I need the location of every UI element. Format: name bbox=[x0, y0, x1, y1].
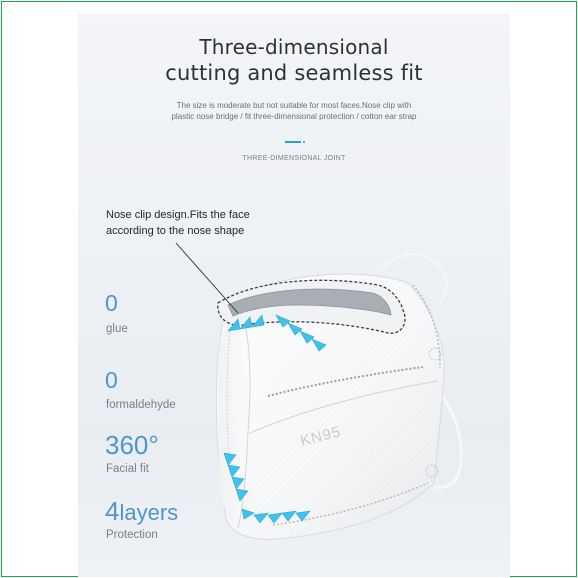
feature-facial-fit-label: Facial fit bbox=[106, 463, 149, 475]
feature-layers-value: 4layers bbox=[105, 496, 179, 526]
accent-divider bbox=[285, 141, 301, 143]
annotation-pointer bbox=[175, 242, 239, 314]
feature-layers-number: 4 bbox=[105, 496, 120, 526]
accent-divider-dot bbox=[303, 141, 305, 143]
subtitle-line-1: The size is moderate but not suitable fo… bbox=[176, 101, 412, 110]
product-panel: KN95 Three-dimensional cutting and seaml… bbox=[78, 13, 510, 577]
feature-layers-label: Protection bbox=[106, 529, 158, 541]
feature-facial-fit-value: 360° bbox=[105, 430, 159, 460]
feature-glue-label: glue bbox=[106, 323, 128, 335]
feature-formaldehyde-label: formaldehyde bbox=[106, 399, 176, 411]
kn95-mask-illustration bbox=[175, 242, 463, 540]
section-label: THREE-DIMENSIONAL JOINT bbox=[242, 155, 346, 162]
feature-layers-unit: layers bbox=[119, 500, 179, 525]
title-line-1: Three-dimensional bbox=[199, 35, 389, 59]
feature-formaldehyde-value: 0 bbox=[105, 367, 118, 393]
title-line-2: cutting and seamless fit bbox=[165, 61, 423, 85]
feature-glue-value: 0 bbox=[105, 290, 118, 316]
image-frame: KN95 Three-dimensional cutting and seaml… bbox=[1, 1, 577, 577]
annotation-line-1: Nose clip design.Fits the face bbox=[106, 209, 250, 221]
subtitle-line-2: plastic nose bridge / fit three-dimensio… bbox=[171, 112, 417, 121]
annotation-line-2: according to the nose shape bbox=[106, 225, 245, 237]
